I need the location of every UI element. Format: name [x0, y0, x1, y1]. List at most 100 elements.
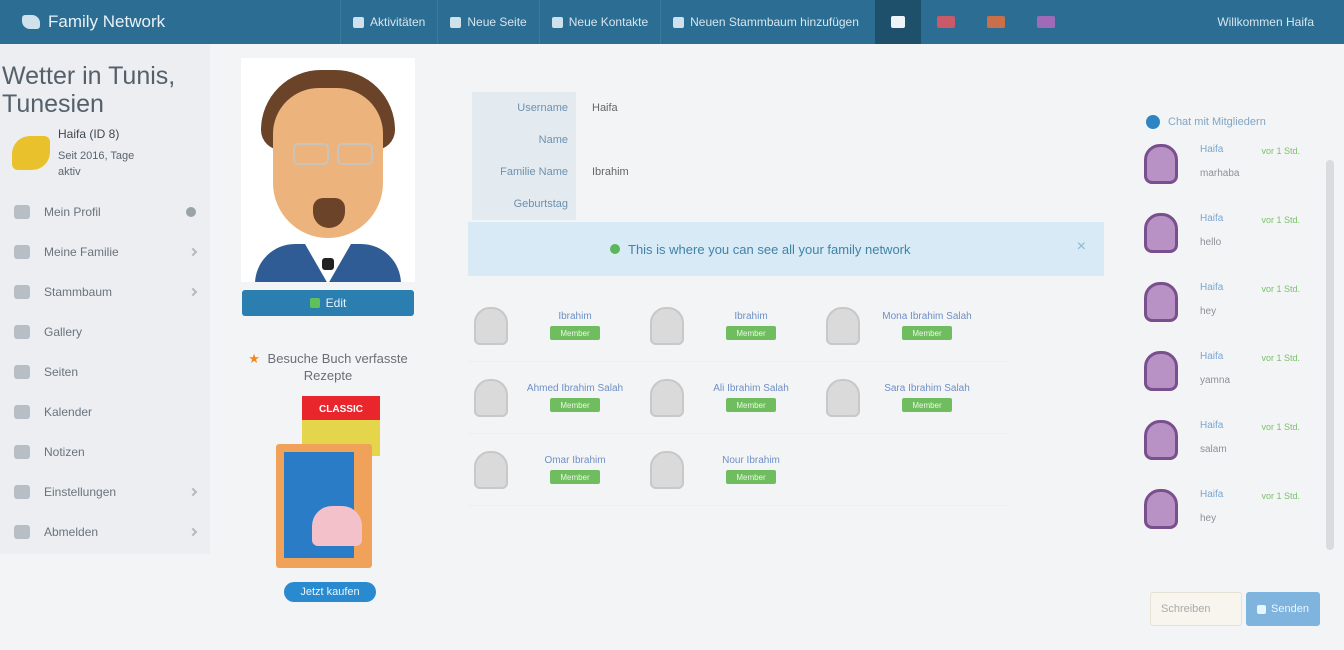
chat-message-text: marhaba: [1200, 168, 1240, 179]
sidebar-item[interactable]: Mein Profil: [0, 192, 210, 232]
chat-sender[interactable]: Haifa: [1200, 213, 1223, 225]
member-card[interactable]: Nour Ibrahim Member: [644, 434, 820, 505]
send-icon: [1257, 604, 1267, 614]
member-card[interactable]: Ibrahim Member: [468, 290, 644, 361]
chat-message-input[interactable]: Schreiben: [1150, 592, 1242, 626]
chat-scrollbar[interactable]: [1326, 160, 1334, 550]
edit-profile-button[interactable]: Edit: [242, 290, 414, 316]
member-card[interactable]: Ahmed Ibrahim Salah Member: [468, 362, 644, 433]
sidebar-item[interactable]: Notizen: [0, 432, 210, 472]
language-flags: [921, 16, 1071, 28]
english-flag-icon[interactable]: [936, 16, 955, 28]
sidebar-item-label: Notizen: [44, 445, 85, 459]
info-value: Haifa: [592, 102, 618, 114]
member-name[interactable]: Mona Ibrahim Salah: [882, 311, 972, 322]
chat-text: Haifa vor 1 Std. hey: [1200, 489, 1300, 524]
member-card[interactable]: Omar Ibrahim Member: [468, 434, 644, 505]
chat-sender[interactable]: Haifa: [1200, 282, 1223, 294]
member-name[interactable]: Nour Ibrahim: [722, 455, 780, 466]
member-name[interactable]: Ibrahim: [734, 311, 767, 322]
member-card[interactable]: Ali Ibrahim Salah Member: [644, 362, 820, 433]
nav-link[interactable]: Neuen Stammbaum hinzufügen: [660, 0, 871, 44]
member-card[interactable]: Mona Ibrahim Salah Member: [820, 290, 996, 361]
chat-text: Haifa vor 1 Std. hey: [1200, 282, 1300, 317]
book-ad-image[interactable]: CLASSIC: [272, 396, 382, 576]
french-flag-icon[interactable]: [1036, 16, 1055, 28]
chat-time: vor 1 Std.: [1261, 146, 1300, 156]
nav-links: Aktivitäten Neue Seite Neue Kontakte Neuen …: [340, 0, 871, 44]
side-menu: Mein Profil Meine Familie Stammbaum Gallery…: [0, 192, 210, 552]
chat-sender[interactable]: Haifa: [1200, 489, 1223, 501]
brand[interactable]: Family Network: [0, 12, 340, 32]
sidebar-item[interactable]: Abmelden: [0, 512, 210, 552]
member-row: Ahmed Ibrahim Salah Member Ali Ibrahim Sal…: [468, 362, 1008, 434]
chat-avatar: [1144, 282, 1178, 322]
member-avatar[interactable]: [474, 450, 508, 489]
chat-avatar: [1144, 144, 1178, 184]
check-icon: [610, 244, 620, 254]
chat-time: vor 1 Std.: [1261, 215, 1300, 225]
chat-sender[interactable]: Haifa: [1200, 351, 1223, 363]
order-book-button[interactable]: Jetzt kaufen: [284, 582, 376, 602]
member-avatar[interactable]: [474, 306, 508, 345]
chat-message[interactable]: Haifa vor 1 Std. hello: [1136, 205, 1344, 274]
member-avatar[interactable]: [650, 378, 684, 417]
member-name[interactable]: Ali Ibrahim Salah: [713, 383, 789, 394]
member-badge: Member: [550, 398, 600, 412]
member-name[interactable]: Sara Ibrahim Salah: [884, 383, 970, 394]
profile-column: Edit ★ Besuche Buch verfasste Rezepte CL…: [230, 58, 426, 602]
top-navbar: Family Network Aktivitäten Neue Seite Neue…: [0, 0, 1344, 44]
nav-link-label: Aktivitäten: [370, 15, 426, 29]
chat-sender[interactable]: Haifa: [1200, 144, 1223, 156]
info-value: Ibrahim: [592, 166, 629, 178]
sidebar-item[interactable]: Stammbaum: [0, 272, 210, 312]
chat-nav-button[interactable]: [874, 0, 921, 44]
member-row: Ibrahim Member Ibrahim Member Mona Ibrahim S…: [468, 290, 1008, 362]
member-card[interactable]: Ibrahim Member: [644, 290, 820, 361]
nav-link[interactable]: Neue Kontakte: [538, 0, 660, 44]
sidebar-item[interactable]: Meine Familie: [0, 232, 210, 272]
sidebar-item[interactable]: Gallery: [0, 312, 210, 352]
close-icon[interactable]: ×: [1077, 238, 1086, 256]
member-avatar[interactable]: [826, 306, 860, 345]
welcome-label[interactable]: Willkommen Haifa: [1217, 15, 1344, 29]
sidebar-item[interactable]: Kalender: [0, 392, 210, 432]
member-avatar[interactable]: [826, 378, 860, 417]
member-card[interactable]: Sara Ibrahim Salah Member: [820, 362, 996, 433]
nav-link[interactable]: Aktivitäten: [340, 0, 437, 44]
sidebar: Wetter in Tunis, Tunesien Haifa (ID 8) S…: [0, 44, 210, 554]
weather-title: Wetter in Tunis, Tunesien: [2, 62, 176, 118]
member-name[interactable]: Omar Ibrahim: [544, 455, 605, 466]
sidebar-item-label: Kalender: [44, 405, 93, 419]
profile-avatar[interactable]: [241, 58, 415, 282]
sidebar-item[interactable]: Seiten: [0, 352, 210, 392]
info-key: Name: [472, 124, 576, 156]
info-row: Username Haifa: [472, 92, 772, 124]
chat-time: vor 1 Std.: [1261, 491, 1300, 501]
weather-icon: [12, 136, 50, 170]
member-avatar[interactable]: [650, 450, 684, 489]
chat-message[interactable]: Haifa vor 1 Std. marhaba: [1136, 136, 1344, 205]
member-avatar[interactable]: [474, 378, 508, 417]
nav-link[interactable]: Neue Seite: [437, 0, 538, 44]
star-icon: ★: [248, 351, 260, 366]
chat-header: Chat mit Mitgliedern: [1136, 108, 1344, 136]
chat-message[interactable]: Haifa vor 1 Std. hey: [1136, 274, 1344, 343]
member-name[interactable]: Ibrahim: [558, 311, 591, 322]
chat-sender[interactable]: Haifa: [1200, 420, 1223, 432]
sidebar-item-label: Gallery: [44, 325, 83, 339]
member-avatar[interactable]: [650, 306, 684, 345]
chat-message[interactable]: Haifa vor 1 Std. yamna: [1136, 343, 1344, 412]
chat-message[interactable]: Haifa vor 1 Std. hey: [1136, 481, 1344, 550]
chat-bubble-icon: [1146, 115, 1160, 129]
member-body: Nour Ibrahim Member: [692, 455, 810, 484]
chevron-icon: [188, 527, 198, 537]
send-button[interactable]: Senden: [1246, 592, 1320, 626]
chat-message[interactable]: Haifa vor 1 Std. salam: [1136, 412, 1344, 481]
sidebar-item[interactable]: Einstellungen: [0, 472, 210, 512]
member-name[interactable]: Ahmed Ibrahim Salah: [527, 383, 623, 394]
sidebar-item-label: Stammbaum: [44, 285, 113, 299]
german-flag-icon[interactable]: [986, 16, 1005, 28]
info-alert: This is where you can see all your famil…: [468, 222, 1104, 276]
nav-link-label: Neue Seite: [467, 15, 527, 29]
